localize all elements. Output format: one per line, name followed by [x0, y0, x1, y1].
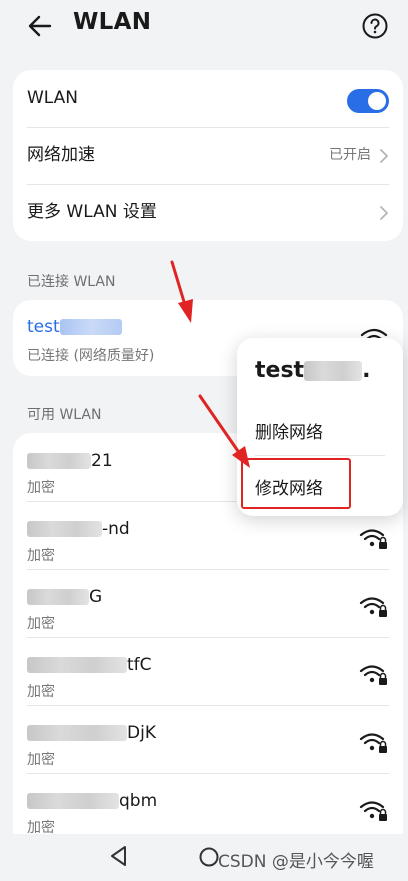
network-name: DjK — [27, 723, 156, 743]
wlan-toggle-row[interactable]: WLAN — [13, 70, 403, 127]
redacted-text — [27, 453, 91, 469]
wifi-lock-icon — [359, 801, 387, 821]
network-security: 加密 — [27, 820, 55, 834]
context-menu-title: test. — [255, 358, 371, 383]
redacted-text — [304, 361, 363, 381]
network-name: tfC — [27, 655, 152, 675]
wifi-lock-icon — [359, 529, 387, 549]
chevron-right-icon — [380, 206, 388, 220]
wifi-lock-icon — [359, 733, 387, 753]
watermark: CSDN @是小今今喔 — [218, 852, 374, 872]
available-section-label: 可用 WLAN — [27, 407, 102, 423]
network-acceleration-label: 网络加速 — [27, 145, 95, 165]
redacted-text — [27, 589, 89, 605]
question-circle-icon[interactable] — [361, 12, 389, 40]
network-security: 加密 — [27, 752, 55, 768]
settings-card: WLAN 网络加速 已开启 更多 WLAN 设置 — [13, 70, 403, 241]
more-wlan-settings-label: 更多 WLAN 设置 — [27, 202, 157, 222]
wifi-lock-icon — [359, 597, 387, 617]
redacted-text — [27, 521, 102, 537]
arrow-left-icon[interactable] — [26, 12, 54, 40]
network-acceleration-value: 已开启 — [329, 147, 371, 163]
network-name: qbm — [27, 791, 157, 811]
nav-back-icon[interactable] — [108, 844, 130, 868]
redacted-text — [59, 319, 122, 335]
network-name: G — [27, 587, 102, 607]
redacted-text — [27, 725, 127, 741]
connected-section-label: 已连接 WLAN — [27, 274, 116, 290]
connected-network-name: test — [27, 317, 122, 337]
network-security: 加密 — [27, 684, 55, 700]
header: WLAN — [0, 0, 408, 52]
network-security: 加密 — [27, 480, 55, 496]
network-item[interactable]: DjK 加密 — [13, 705, 403, 773]
menu-divider — [255, 455, 385, 456]
wifi-lock-icon — [359, 665, 387, 685]
network-name: -nd — [27, 519, 130, 539]
wlan-toggle[interactable] — [347, 89, 389, 113]
redacted-text — [27, 657, 127, 673]
network-security: 加密 — [27, 548, 55, 564]
wlan-label: WLAN — [27, 88, 79, 108]
nav-home-icon[interactable] — [198, 846, 220, 868]
network-name: 21 — [27, 451, 113, 471]
network-item[interactable]: qbm 加密 — [13, 773, 403, 834]
network-item[interactable]: G 加密 — [13, 569, 403, 637]
network-security: 加密 — [27, 616, 55, 632]
page-title: WLAN — [73, 9, 152, 35]
connected-network-name-prefix: test — [27, 317, 60, 337]
delete-network-button[interactable]: 删除网络 — [255, 418, 323, 443]
chevron-right-icon — [380, 149, 388, 163]
annotation-highlight-box — [241, 458, 351, 509]
network-acceleration-row[interactable]: 网络加速 已开启 — [13, 127, 403, 184]
system-navigation-bar: CSDN @是小今今喔 — [0, 834, 408, 881]
more-wlan-settings-row[interactable]: 更多 WLAN 设置 — [13, 184, 403, 241]
redacted-text — [27, 793, 119, 809]
connected-network-status: 已连接 (网络质量好) — [27, 348, 155, 364]
network-item[interactable]: tfC 加密 — [13, 637, 403, 705]
